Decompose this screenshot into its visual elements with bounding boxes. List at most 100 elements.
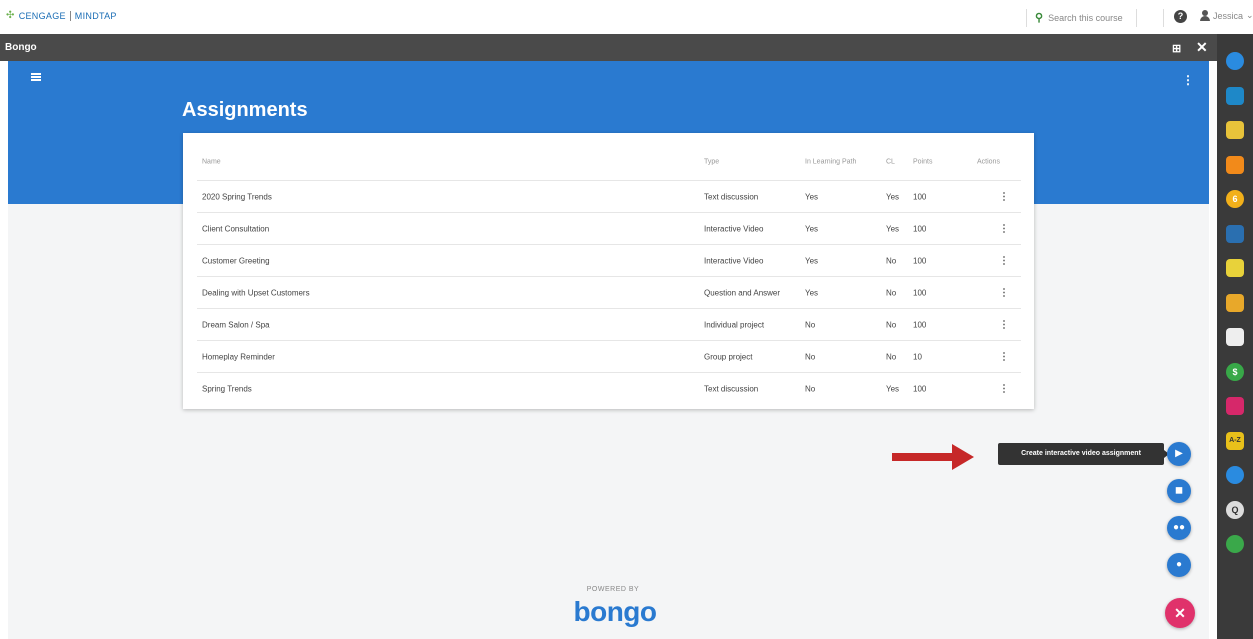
user-menu[interactable]: Jessica ⌄	[1200, 10, 1253, 21]
row-learning-path: Yes	[805, 256, 819, 265]
row-type: Question and Answer	[704, 288, 781, 297]
cengage-logo-icon: ✣	[6, 10, 15, 21]
assignments-table: Name Type In Learning Path CL Points Act…	[183, 133, 1034, 409]
row-learning-path: No	[805, 352, 816, 361]
row-name[interactable]: Customer Greeting	[202, 256, 270, 265]
more-vert-icon[interactable]: ⋮	[999, 319, 1009, 330]
row-points: 100	[913, 256, 927, 265]
row-type: Interactive Video	[704, 224, 764, 233]
column-header-type[interactable]: Type	[704, 159, 719, 166]
row-points: 10	[913, 352, 922, 361]
pencil-icon[interactable]	[1226, 121, 1244, 139]
top-bar: ✣ CENGAGE MINDTAP ⚲ Search this course ?…	[0, 0, 1253, 34]
table-row[interactable]: Client Consultation Interactive Video Ye…	[197, 213, 1021, 245]
close-fab-button[interactable]: ✕	[1165, 598, 1195, 628]
row-name[interactable]: Dealing with Upset Customers	[202, 288, 310, 297]
table-header: Name Type In Learning Path CL Points Act…	[197, 133, 1021, 181]
divider	[1163, 9, 1164, 27]
more-vert-icon[interactable]: ⋮	[999, 191, 1009, 202]
notepad-icon[interactable]	[1226, 259, 1244, 277]
row-learning-path: No	[805, 320, 816, 329]
quiz-icon[interactable]: Q	[1226, 500, 1244, 519]
search-icon: ⚲	[1035, 12, 1044, 24]
red-arrow-head	[952, 444, 974, 470]
create-individual-project-button[interactable]: ●	[1167, 553, 1191, 577]
more-vert-icon[interactable]: ⋮	[999, 255, 1009, 266]
brand-right: MINDTAP	[74, 10, 117, 21]
bongo-logo: bongo	[573, 596, 657, 627]
create-video-tooltip: Create interactive video assignment	[998, 443, 1169, 465]
grid-icon[interactable]: ⊞	[1172, 42, 1181, 55]
row-points: 100	[913, 384, 927, 394]
powered-by-label: POWERED BY	[586, 586, 640, 593]
ring-icon[interactable]	[1226, 535, 1244, 553]
column-header-actions: Actions	[977, 158, 1000, 166]
monitor-icon[interactable]	[1226, 397, 1244, 415]
page-title: Assignments	[182, 99, 308, 121]
row-type: Individual project	[704, 320, 765, 329]
dollar-icon[interactable]: $	[1226, 362, 1244, 381]
user-icon	[1200, 10, 1210, 21]
cengage-mindtap-logo[interactable]: ✣ CENGAGE MINDTAP	[6, 10, 117, 21]
row-cl: No	[886, 320, 897, 329]
create-discussion-button[interactable]: ◼	[1167, 479, 1191, 503]
create-group-project-button[interactable]: ●●	[1167, 516, 1191, 540]
sparkle-icon[interactable]	[1226, 293, 1244, 312]
row-cl: No	[886, 288, 897, 297]
bongo-frame-bar: Bongo ⊞ ✕	[0, 34, 1217, 61]
row-points: 100	[913, 192, 927, 201]
table-row[interactable]: Homeplay Reminder Group project No No 10…	[197, 341, 1021, 373]
table-row[interactable]: Customer Greeting Interactive Video Yes …	[197, 245, 1021, 277]
table-row[interactable]: 2020 Spring Trends Text discussion Yes Y…	[197, 181, 1021, 213]
app-dock: 6 $ A-Z Q	[1217, 34, 1253, 639]
analytics-icon[interactable]	[1226, 466, 1244, 484]
row-name[interactable]: Dream Salon / Spa	[202, 320, 270, 329]
brand-left: CENGAGE	[18, 10, 66, 21]
table-row[interactable]: Dealing with Upset Customers Question an…	[197, 277, 1021, 309]
column-header-points[interactable]: Points	[913, 159, 932, 166]
column-header-cl[interactable]: CL	[886, 159, 895, 166]
person-icon: ●	[1175, 559, 1183, 570]
column-header-learning-path[interactable]: In Learning Path	[805, 159, 856, 166]
row-name[interactable]: Client Consultation	[202, 224, 269, 233]
close-icon: ✕	[1174, 605, 1186, 621]
row-learning-path: Yes	[805, 224, 819, 233]
row-type: Interactive Video	[704, 256, 764, 265]
table-row[interactable]: Spring Trends Text discussion No Yes 100…	[197, 373, 1021, 405]
column-header-name[interactable]: Name	[202, 159, 221, 166]
more-vert-icon[interactable]: ⋮	[999, 287, 1009, 298]
row-type: Group project	[704, 352, 753, 361]
more-vert-icon[interactable]: ⋮	[999, 223, 1009, 234]
table-row[interactable]: Dream Salon / Spa Individual project No …	[197, 309, 1021, 341]
row-name[interactable]: Homeplay Reminder	[202, 352, 275, 361]
group-icon: ●●	[1172, 522, 1186, 533]
bongo-app: ⋮ Assignments Name Type In Learning Path…	[8, 61, 1209, 639]
hamburger-menu-icon[interactable]	[31, 73, 41, 81]
row-points: 100	[913, 224, 927, 233]
number-six-icon[interactable]: 6	[1226, 190, 1244, 208]
more-vert-icon[interactable]: ⋮	[999, 351, 1009, 362]
more-vert-icon[interactable]: ⋮	[999, 384, 1009, 395]
search-placeholder: Search this course	[1048, 12, 1123, 23]
row-cl: Yes	[886, 224, 900, 233]
dictionary-icon[interactable]: A-Z	[1226, 431, 1244, 450]
divider	[1026, 9, 1027, 27]
user-name: Jessica	[1213, 10, 1244, 21]
chat-icon[interactable]	[1226, 328, 1244, 346]
chat-bubble-icon: ◼	[1174, 485, 1184, 496]
rss-icon[interactable]	[1226, 155, 1244, 174]
row-name[interactable]: Spring Trends	[202, 385, 252, 394]
divider	[1136, 9, 1137, 27]
row-cl: Yes	[886, 192, 900, 201]
row-name[interactable]: 2020 Spring Trends	[202, 192, 272, 201]
create-video-assignment-button[interactable]: ▶	[1167, 442, 1191, 466]
briefcase-icon[interactable]	[1226, 86, 1244, 105]
row-cl: Yes	[886, 384, 900, 394]
book-icon[interactable]	[1226, 224, 1244, 243]
close-icon[interactable]: ✕	[1196, 39, 1208, 56]
frame-title: Bongo	[5, 42, 37, 53]
more-vert-icon[interactable]: ⋮	[1182, 73, 1194, 87]
bongo-app-icon[interactable]	[1226, 52, 1244, 70]
help-icon[interactable]: ?	[1174, 10, 1187, 23]
course-search[interactable]: ⚲ Search this course	[1035, 11, 1123, 24]
